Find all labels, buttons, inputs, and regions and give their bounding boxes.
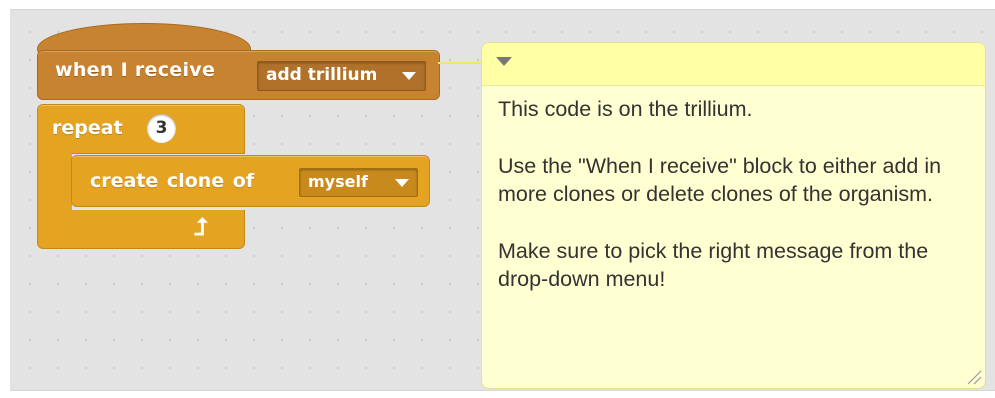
caret-down-icon xyxy=(402,72,416,80)
comment-title-bar[interactable] xyxy=(482,43,985,86)
comment-connector-line xyxy=(438,62,482,64)
clone-target-value: myself xyxy=(308,172,368,191)
repeat-block-bottom[interactable] xyxy=(37,210,245,249)
caret-down-icon xyxy=(395,179,409,187)
comment-note[interactable]: This code is on the trillium. Use the "W… xyxy=(481,42,986,389)
comment-line-2: Use the "When I receive" block to either… xyxy=(498,153,942,207)
comment-line-3: Make sure to pick the right message from… xyxy=(498,238,929,292)
when-i-receive-label: when I receive xyxy=(55,59,216,81)
message-dropdown-value: add trillium xyxy=(266,65,378,85)
create-clone-label: create clone of xyxy=(90,170,255,192)
clone-target-dropdown[interactable]: myself xyxy=(299,168,418,197)
repeat-label: repeat xyxy=(52,117,123,139)
loop-arrow-icon: ⮥ xyxy=(194,213,209,241)
message-dropdown[interactable]: add trillium xyxy=(257,61,426,91)
triangle-down-icon[interactable] xyxy=(496,57,512,66)
resize-grip-icon[interactable] xyxy=(964,367,982,385)
repeat-count-input[interactable]: 3 xyxy=(147,114,176,143)
comment-text[interactable]: This code is on the trillium. Use the "W… xyxy=(498,95,978,322)
comment-line-1: This code is on the trillium. xyxy=(498,97,753,121)
